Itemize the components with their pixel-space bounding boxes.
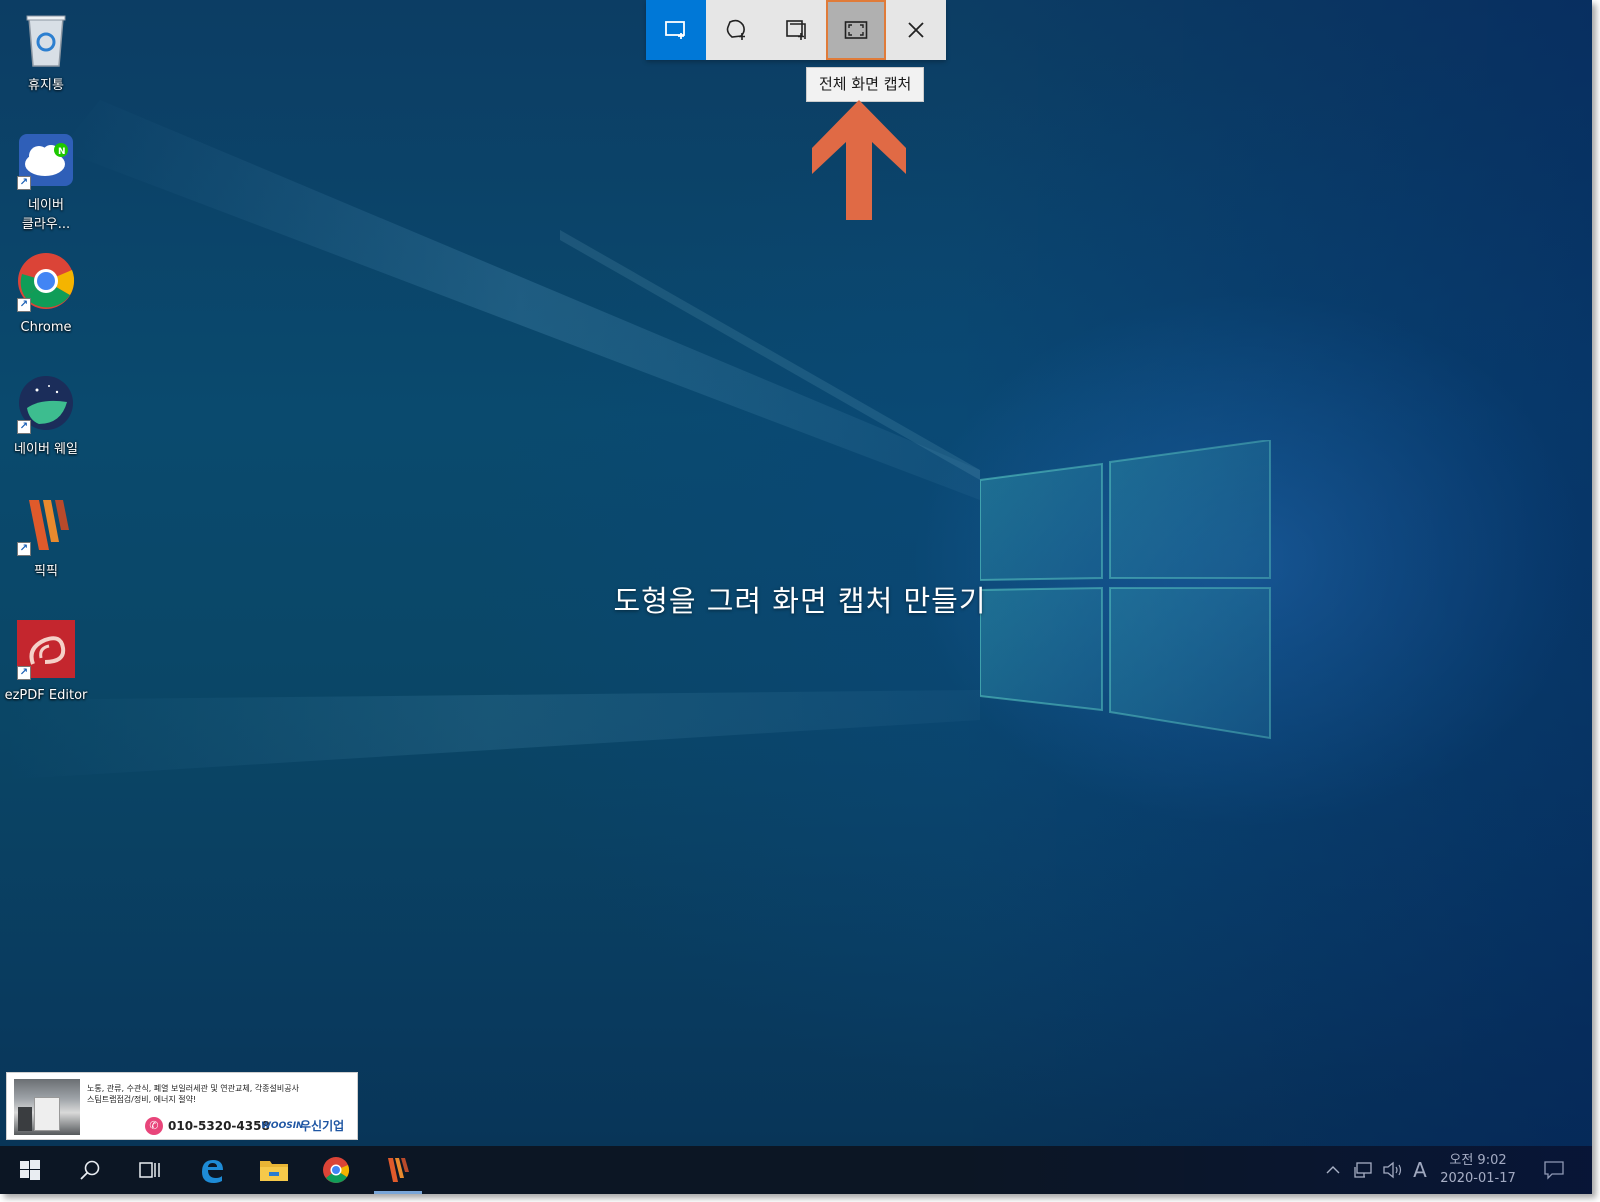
file-explorer-button[interactable]: [244, 1146, 304, 1194]
close-snip-button[interactable]: [886, 0, 946, 60]
search-icon: [80, 1160, 100, 1180]
window-snip-button[interactable]: [766, 0, 826, 60]
ad-brand-logo: WOOSIN: [261, 1121, 304, 1131]
task-view-icon: [139, 1162, 160, 1178]
ad-text: 노통, 관류, 수관식, 폐열 보일러세관 및 연관교체, 각종설비공사 스팀트…: [87, 1084, 299, 1104]
picpick-icon: ↗: [15, 494, 77, 556]
chrome-taskbar-button[interactable]: [306, 1146, 366, 1194]
start-icon: [20, 1160, 40, 1180]
window-snip-icon: [786, 20, 806, 40]
edge-button[interactable]: [182, 1146, 242, 1194]
action-center-button[interactable]: [1536, 1146, 1572, 1194]
edge-icon: [202, 1160, 223, 1183]
rectangular-snip-button[interactable]: [646, 0, 706, 60]
volume-icon: [1383, 1161, 1402, 1179]
desktop-icon-chrome[interactable]: ↗ Chrome: [0, 250, 92, 337]
clock-date: 2020-01-17: [1440, 1171, 1516, 1186]
freeform-snip-button[interactable]: [706, 0, 766, 60]
shortcut-arrow-icon: ↗: [17, 176, 31, 190]
snip-toolbar: [646, 0, 946, 60]
desktop-icon-naver-cloud[interactable]: N ↗ 네이버 클라우...: [0, 128, 92, 234]
shortcut-arrow-icon: ↗: [17, 542, 31, 556]
search-button[interactable]: [60, 1146, 120, 1194]
picpick-icon: [388, 1158, 409, 1182]
task-view-button[interactable]: [120, 1146, 180, 1194]
rectangular-snip-icon: [665, 21, 685, 39]
annotation-up-arrow: [812, 100, 906, 220]
fullscreen-snip-tooltip: 전체 화면 캡처: [806, 67, 925, 102]
desktop-icon-ezpdf-editor[interactable]: ↗ ezPDF Editor: [0, 618, 92, 705]
close-icon: [908, 22, 924, 38]
snip-instruction-text: 도형을 그려 화면 캡처 만들기: [613, 584, 987, 618]
freeform-snip-icon: [726, 19, 745, 40]
desktop-icon-recycle-bin[interactable]: 휴지통: [0, 8, 92, 95]
ad-banner[interactable]: 노통, 관류, 수관식, 폐열 보일러세관 및 연관교체, 각종설비공사 스팀트…: [6, 1072, 358, 1140]
chrome-icon: [323, 1157, 350, 1183]
fullscreen-snip-button[interactable]: [826, 0, 886, 60]
svg-text:N: N: [58, 147, 66, 157]
desktop-icon-label: 네이버 웨일: [14, 442, 78, 457]
file-explorer-icon: [260, 1161, 288, 1181]
start-button[interactable]: [0, 1146, 60, 1194]
desktop-icon-naver-whale[interactable]: ↗ 네이버 웨일: [0, 372, 92, 459]
clock-time: 오전 9:02: [1449, 1153, 1507, 1168]
show-hidden-icons-button[interactable]: [1322, 1146, 1344, 1194]
shortcut-arrow-icon: ↗: [17, 298, 31, 312]
shortcut-arrow-icon: ↗: [17, 420, 31, 434]
network-icon: [1354, 1162, 1372, 1178]
ad-photo: [14, 1079, 80, 1135]
picpick-taskbar-button[interactable]: [368, 1146, 428, 1194]
taskbar: A 오전 9:02 2020-01-17: [0, 1146, 1592, 1194]
chevron-up-icon: [1326, 1166, 1340, 1174]
notification-icon: [1544, 1161, 1564, 1180]
network-button[interactable]: [1350, 1146, 1376, 1194]
naver-cloud-icon: N ↗: [15, 128, 77, 190]
shortcut-arrow-icon: ↗: [17, 666, 31, 680]
chrome-icon: ↗: [15, 250, 77, 312]
desktop-icon-label: ezPDF Editor: [4, 688, 88, 703]
desktop-icon-label: Chrome: [20, 320, 72, 335]
clock[interactable]: 오전 9:02 2020-01-17: [1428, 1152, 1528, 1188]
fullscreen-snip-icon: [844, 21, 868, 39]
phone-icon: ✆: [145, 1117, 163, 1135]
desktop-icon-label: 네이버 클라우...: [21, 198, 71, 232]
ad-brand-name: 우신기업: [300, 1119, 345, 1133]
ezpdf-editor-icon: ↗: [15, 618, 77, 680]
ad-phone-number: 010-5320-4358: [168, 1119, 270, 1133]
recycle-bin-icon: [15, 8, 77, 70]
volume-button[interactable]: [1380, 1146, 1406, 1194]
desktop-icon-label: 픽픽: [34, 564, 58, 579]
desktop-screen: 휴지통 N ↗ 네이버 클라우... ↗ Chrome ↗ 네이버 웨일 ↗ 픽…: [0, 0, 1592, 1194]
desktop-icon-label: 휴지통: [28, 78, 64, 93]
desktop-icon-picpick[interactable]: ↗ 픽픽: [0, 494, 92, 581]
naver-whale-icon: ↗: [15, 372, 77, 434]
